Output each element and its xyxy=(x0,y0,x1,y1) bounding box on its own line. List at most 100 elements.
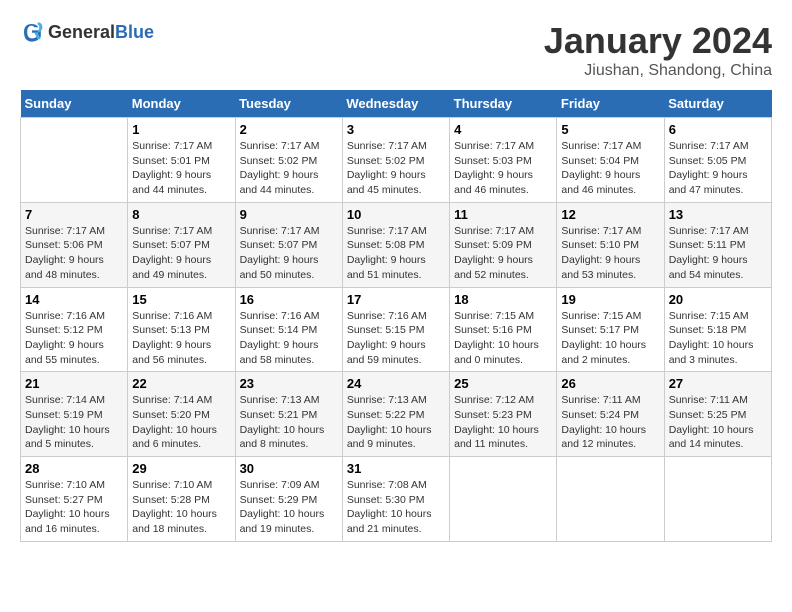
calendar-cell: 8Sunrise: 7:17 AMSunset: 5:07 PMDaylight… xyxy=(128,202,235,287)
calendar-cell: 21Sunrise: 7:14 AMSunset: 5:19 PMDayligh… xyxy=(21,372,128,457)
day-info: Sunrise: 7:16 AMSunset: 5:12 PMDaylight:… xyxy=(25,309,123,368)
day-info: Sunrise: 7:11 AMSunset: 5:25 PMDaylight:… xyxy=(669,393,767,452)
calendar-cell: 6 Sunrise: 7:17 AMSunset: 5:05 PMDaylight… xyxy=(664,118,771,203)
day-info: Sunrise: 7:14 AMSunset: 5:19 PMDaylight:… xyxy=(25,393,123,452)
calendar-week-5: 28Sunrise: 7:10 AMSunset: 5:27 PMDayligh… xyxy=(21,457,772,542)
day-number: 20 xyxy=(669,292,767,307)
day-info: Sunrise: 7:16 AMSunset: 5:13 PMDaylight:… xyxy=(132,309,230,368)
calendar-week-3: 14Sunrise: 7:16 AMSunset: 5:12 PMDayligh… xyxy=(21,287,772,372)
day-number: 18 xyxy=(454,292,552,307)
day-info: Sunrise: 7:17 AMSunset: 5:02 PMDaylight:… xyxy=(240,139,338,198)
day-number: 15 xyxy=(132,292,230,307)
day-info: Sunrise: 7:17 AMSunset: 5:11 PMDaylight:… xyxy=(669,224,767,283)
day-info: Sunrise: 7:17 AMSunset: 5:04 PMDaylight:… xyxy=(561,139,659,198)
day-number: 6 xyxy=(669,122,767,137)
header-wednesday: Wednesday xyxy=(342,90,449,118)
day-number: 3 xyxy=(347,122,445,137)
logo-blue: Blue xyxy=(115,22,154,42)
logo-icon xyxy=(20,20,44,44)
calendar-week-2: 7 Sunrise: 7:17 AMSunset: 5:06 PMDaylight… xyxy=(21,202,772,287)
calendar-cell: 25Sunrise: 7:12 AMSunset: 5:23 PMDayligh… xyxy=(450,372,557,457)
calendar-cell: 28Sunrise: 7:10 AMSunset: 5:27 PMDayligh… xyxy=(21,457,128,542)
day-number: 8 xyxy=(132,207,230,222)
header-tuesday: Tuesday xyxy=(235,90,342,118)
day-info: Sunrise: 7:17 AMSunset: 5:07 PMDaylight:… xyxy=(240,224,338,283)
day-info: Sunrise: 7:17 AMSunset: 5:09 PMDaylight:… xyxy=(454,224,552,283)
calendar-cell: 3 Sunrise: 7:17 AMSunset: 5:02 PMDaylight… xyxy=(342,118,449,203)
main-title: January 2024 xyxy=(544,20,772,62)
day-number: 1 xyxy=(132,122,230,137)
header: GeneralBlue January 2024 Jiushan, Shando… xyxy=(20,20,772,80)
calendar-cell: 7 Sunrise: 7:17 AMSunset: 5:06 PMDaylight… xyxy=(21,202,128,287)
day-number: 16 xyxy=(240,292,338,307)
day-info: Sunrise: 7:13 AMSunset: 5:21 PMDaylight:… xyxy=(240,393,338,452)
day-info: Sunrise: 7:14 AMSunset: 5:20 PMDaylight:… xyxy=(132,393,230,452)
day-info: Sunrise: 7:17 AMSunset: 5:05 PMDaylight:… xyxy=(669,139,767,198)
title-area: January 2024 Jiushan, Shandong, China xyxy=(544,20,772,80)
day-number: 24 xyxy=(347,376,445,391)
day-number: 17 xyxy=(347,292,445,307)
day-number: 23 xyxy=(240,376,338,391)
day-number: 29 xyxy=(132,461,230,476)
calendar-cell: 12Sunrise: 7:17 AMSunset: 5:10 PMDayligh… xyxy=(557,202,664,287)
day-info: Sunrise: 7:08 AMSunset: 5:30 PMDaylight:… xyxy=(347,478,445,537)
subtitle: Jiushan, Shandong, China xyxy=(544,62,772,80)
day-info: Sunrise: 7:15 AMSunset: 5:16 PMDaylight:… xyxy=(454,309,552,368)
day-info: Sunrise: 7:17 AMSunset: 5:06 PMDaylight:… xyxy=(25,224,123,283)
day-info: Sunrise: 7:09 AMSunset: 5:29 PMDaylight:… xyxy=(240,478,338,537)
day-info: Sunrise: 7:11 AMSunset: 5:24 PMDaylight:… xyxy=(561,393,659,452)
calendar-cell: 11 Sunrise: 7:17 AMSunset: 5:09 PMDayligh… xyxy=(450,202,557,287)
day-info: Sunrise: 7:16 AMSunset: 5:15 PMDaylight:… xyxy=(347,309,445,368)
logo-general: General xyxy=(48,22,115,42)
calendar-cell: 1 Sunrise: 7:17 AMSunset: 5:01 PMDaylight… xyxy=(128,118,235,203)
day-info: Sunrise: 7:17 AMSunset: 5:01 PMDaylight:… xyxy=(132,139,230,198)
day-info: Sunrise: 7:16 AMSunset: 5:14 PMDaylight:… xyxy=(240,309,338,368)
logo-text: GeneralBlue xyxy=(48,22,154,43)
calendar-cell: 24Sunrise: 7:13 AMSunset: 5:22 PMDayligh… xyxy=(342,372,449,457)
calendar: Sunday Monday Tuesday Wednesday Thursday… xyxy=(20,90,772,542)
calendar-cell xyxy=(450,457,557,542)
calendar-cell: 18 Sunrise: 7:15 AMSunset: 5:16 PMDayligh… xyxy=(450,287,557,372)
calendar-cell: 13Sunrise: 7:17 AMSunset: 5:11 PMDayligh… xyxy=(664,202,771,287)
calendar-cell: 4 Sunrise: 7:17 AMSunset: 5:03 PMDaylight… xyxy=(450,118,557,203)
calendar-cell: 5 Sunrise: 7:17 AMSunset: 5:04 PMDaylight… xyxy=(557,118,664,203)
calendar-cell: 19 Sunrise: 7:15 AMSunset: 5:17 PMDayligh… xyxy=(557,287,664,372)
weekday-header-row: Sunday Monday Tuesday Wednesday Thursday… xyxy=(21,90,772,118)
header-monday: Monday xyxy=(128,90,235,118)
calendar-week-1: 1 Sunrise: 7:17 AMSunset: 5:01 PMDaylight… xyxy=(21,118,772,203)
header-friday: Friday xyxy=(557,90,664,118)
day-info: Sunrise: 7:17 AMSunset: 5:02 PMDaylight:… xyxy=(347,139,445,198)
day-number: 19 xyxy=(561,292,659,307)
day-number: 11 xyxy=(454,207,552,222)
day-number: 30 xyxy=(240,461,338,476)
calendar-cell xyxy=(557,457,664,542)
day-info: Sunrise: 7:15 AMSunset: 5:17 PMDaylight:… xyxy=(561,309,659,368)
calendar-cell: 2 Sunrise: 7:17 AMSunset: 5:02 PMDaylight… xyxy=(235,118,342,203)
calendar-cell: 27Sunrise: 7:11 AMSunset: 5:25 PMDayligh… xyxy=(664,372,771,457)
calendar-cell: 29Sunrise: 7:10 AMSunset: 5:28 PMDayligh… xyxy=(128,457,235,542)
calendar-cell: 22Sunrise: 7:14 AMSunset: 5:20 PMDayligh… xyxy=(128,372,235,457)
calendar-cell: 23 Sunrise: 7:13 AMSunset: 5:21 PMDayligh… xyxy=(235,372,342,457)
header-sunday: Sunday xyxy=(21,90,128,118)
header-saturday: Saturday xyxy=(664,90,771,118)
day-info: Sunrise: 7:12 AMSunset: 5:23 PMDaylight:… xyxy=(454,393,552,452)
logo: GeneralBlue xyxy=(20,20,154,44)
day-number: 4 xyxy=(454,122,552,137)
calendar-cell: 17 Sunrise: 7:16 AMSunset: 5:15 PMDayligh… xyxy=(342,287,449,372)
day-number: 31 xyxy=(347,461,445,476)
day-number: 5 xyxy=(561,122,659,137)
calendar-cell: 10Sunrise: 7:17 AMSunset: 5:08 PMDayligh… xyxy=(342,202,449,287)
day-info: Sunrise: 7:17 AMSunset: 5:10 PMDaylight:… xyxy=(561,224,659,283)
calendar-cell: 9 Sunrise: 7:17 AMSunset: 5:07 PMDaylight… xyxy=(235,202,342,287)
calendar-cell: 15 Sunrise: 7:16 AMSunset: 5:13 PMDayligh… xyxy=(128,287,235,372)
calendar-cell: 31 Sunrise: 7:08 AMSunset: 5:30 PMDayligh… xyxy=(342,457,449,542)
day-info: Sunrise: 7:17 AMSunset: 5:03 PMDaylight:… xyxy=(454,139,552,198)
day-number: 9 xyxy=(240,207,338,222)
calendar-cell: 14Sunrise: 7:16 AMSunset: 5:12 PMDayligh… xyxy=(21,287,128,372)
day-info: Sunrise: 7:15 AMSunset: 5:18 PMDaylight:… xyxy=(669,309,767,368)
day-number: 26 xyxy=(561,376,659,391)
day-number: 7 xyxy=(25,207,123,222)
calendar-cell: 16 Sunrise: 7:16 AMSunset: 5:14 PMDayligh… xyxy=(235,287,342,372)
calendar-cell: 30 Sunrise: 7:09 AMSunset: 5:29 PMDayligh… xyxy=(235,457,342,542)
day-number: 2 xyxy=(240,122,338,137)
